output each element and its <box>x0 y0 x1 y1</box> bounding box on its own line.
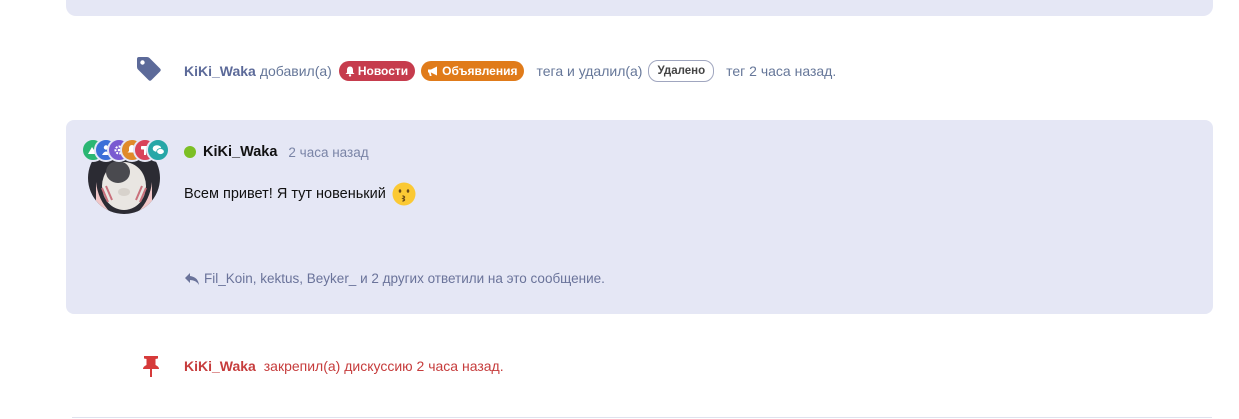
divider <box>72 417 1212 418</box>
post-author[interactable]: KiKi_Waka <box>203 144 277 160</box>
post-card: KiKi_Waka 2 часа назад Всем привет! Я ту… <box>66 120 1213 314</box>
tag-badge-news-label: Новости <box>357 64 409 78</box>
bullhorn-icon <box>428 66 438 76</box>
pin-event: KiKi_Waka закрепил(а) дискуссию 2 часа н… <box>0 352 1239 380</box>
tag-change-event: KiKi_Waka добавил(а) Новости Объявления … <box>0 55 1239 83</box>
bell-icon <box>345 66 355 77</box>
removed-text: тега и удалил(а) <box>536 63 643 79</box>
tag-icon <box>137 57 161 81</box>
pin-event-user-link[interactable]: KiKi_Waka <box>184 358 256 374</box>
post-text: Всем привет! Я тут новенький <box>184 186 386 202</box>
tag-badge-deleted[interactable]: Удалено <box>648 60 715 82</box>
thumbtack-icon <box>143 356 159 377</box>
user-badges <box>81 138 181 164</box>
event-suffix: тег 2 часа назад. <box>726 63 837 79</box>
kissing-face-emoji-icon <box>392 182 416 206</box>
replies-summary[interactable]: Fil_Koin, kektus, Beyker_ и 2 других отв… <box>184 271 605 286</box>
reply-icon <box>185 272 199 285</box>
post-time[interactable]: 2 часа назад <box>288 145 368 160</box>
pin-event-text: закрепил(а) дискуссию 2 часа назад. <box>263 358 504 374</box>
post-header: KiKi_Waka 2 часа назад <box>184 144 369 160</box>
tag-badge-news[interactable]: Новости <box>338 61 416 81</box>
post-body: Всем привет! Я тут новенький <box>184 182 416 206</box>
tag-badge-announcements[interactable]: Объявления <box>421 61 525 81</box>
online-indicator <box>184 146 196 158</box>
tag-badge-announcements-label: Объявления <box>442 64 518 78</box>
previous-post-card <box>66 0 1213 16</box>
comments-icon <box>152 145 165 155</box>
replies-text: Fil_Koin, kektus, Beyker_ и 2 других отв… <box>204 271 605 286</box>
event-user-link[interactable]: KiKi_Waka <box>184 63 256 79</box>
added-text: добавил(а) <box>259 63 332 79</box>
user-badge[interactable] <box>146 138 170 162</box>
